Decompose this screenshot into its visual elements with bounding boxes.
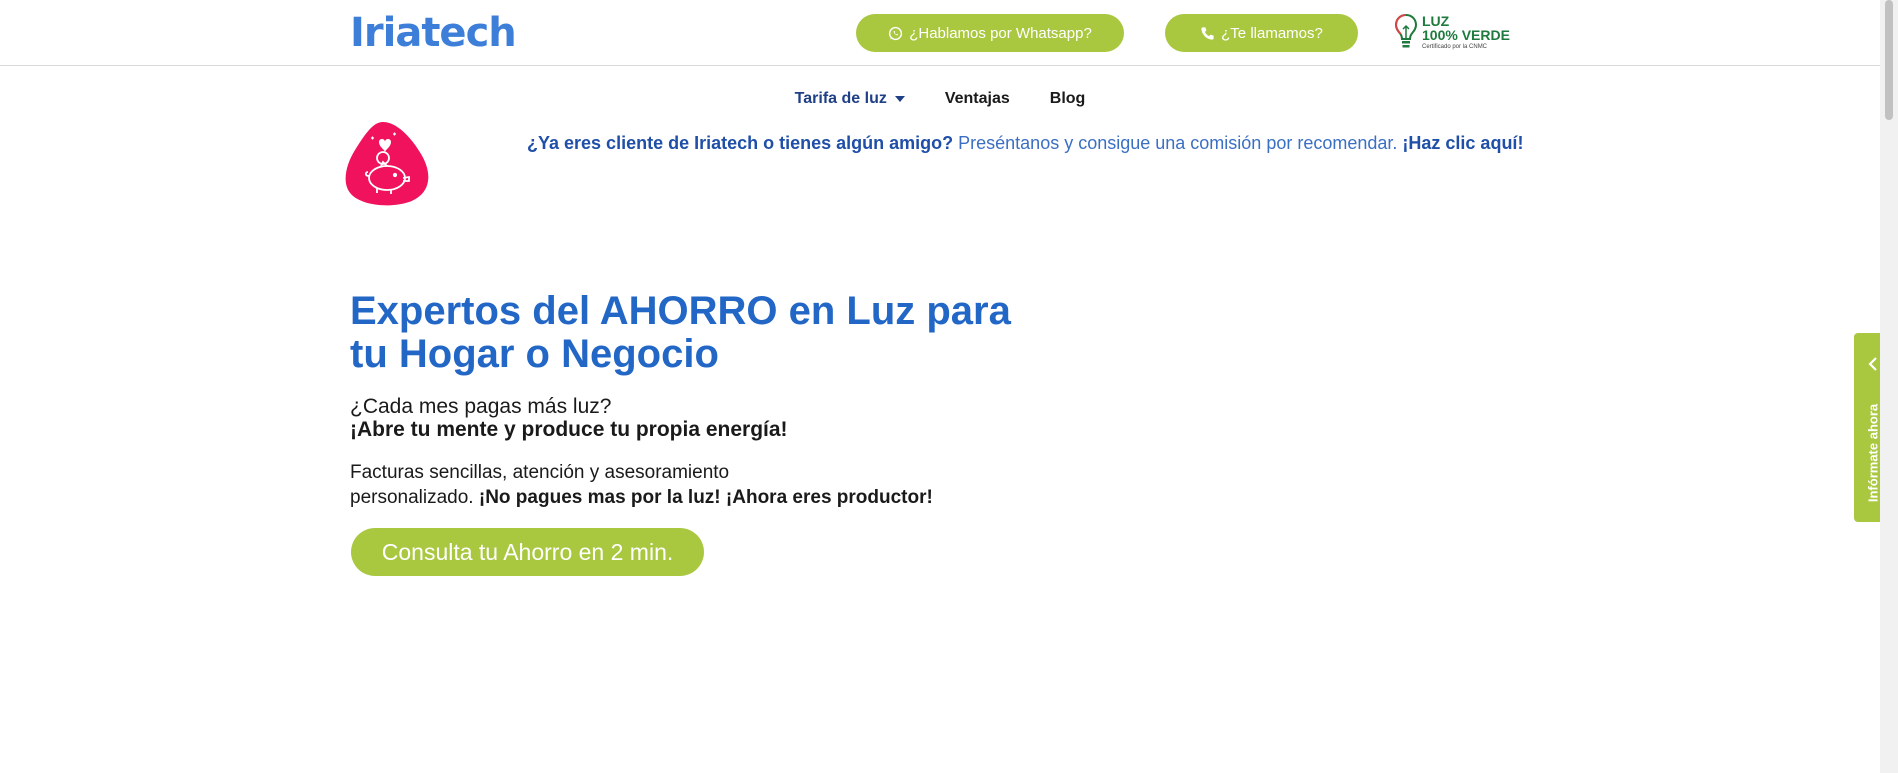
savings-check-button[interactable]: Consulta tu Ahorro en 2 min. [351,528,704,576]
referral-question: ¿Ya eres cliente de Iriatech o tienes al… [527,133,954,153]
nav-item-label: Tarifa de luz [794,90,887,107]
referral-banner: ¿Ya eres cliente de Iriatech o tienes al… [527,133,1523,154]
nav-item-blog[interactable]: Blog [1050,90,1086,108]
caret-down-icon [894,96,905,102]
chevron-left-icon [1868,357,1877,371]
hero-desc-bold: ¡No pagues mas por la luz! ¡Ahora eres p… [478,487,933,508]
referral-text: Preséntanos y consigue una comisión por … [953,133,1403,153]
nav-item-ventajas[interactable]: Ventajas [945,90,1010,108]
bulb-icon [1394,13,1418,48]
side-tab-label: Infórmate ahora [1865,403,1881,503]
piggy-bank-icon[interactable] [343,120,431,206]
site-logo[interactable]: Iriatech [350,8,517,58]
badge-line-1: LUZ [1422,13,1450,29]
green-energy-badge: LUZ 100% VERDE Certificado por la CNMC [1393,12,1515,54]
badge-line-3: Certificado por la CNMC [1422,44,1488,50]
whatsapp-button[interactable]: ¿Hablamos por Whatsapp? [856,14,1124,52]
nav-item-tarifa-de-luz[interactable]: Tarifa de luz [795,90,905,108]
page-scrollbar[interactable] [1880,0,1898,773]
badge-line-2: 100% VERDE [1422,27,1510,43]
call-me-button[interactable]: ¿Te llamamos? [1165,14,1358,52]
hero-strong-text: ¡Abre tu mente y produce tu propia energ… [350,418,788,441]
hero-description: Facturas sencillas, atención y asesorami… [350,460,990,510]
referral-link[interactable]: ¡Haz clic aquí! [1402,133,1523,153]
hero-title-line-1: Expertos del AHORRO en Luz para [350,289,1011,333]
phone-icon [1201,26,1214,40]
hero-desc-line-1: Facturas sencillas, atención y asesorami… [350,462,730,483]
scrollbar-thumb[interactable] [1885,0,1893,120]
nav-item-label: Ventajas [944,90,1010,107]
hero-title: Expertos del AHORRO en Luz para tu Hogar… [350,290,1050,376]
main-nav: Tarifa de luz Ventajas Blog [0,90,1880,108]
whatsapp-icon [889,26,903,40]
site-header: Iriatech ¿Hablamos por Whatsapp? ¿Te lla… [0,0,1880,66]
call-me-button-label: ¿Te llamamos? [1221,24,1323,42]
hero-question: ¿Cada mes pagas más luz? [350,395,612,418]
nav-item-label: Blog [1049,90,1086,107]
whatsapp-button-label: ¿Hablamos por Whatsapp? [909,24,1092,42]
hero-title-line-2: tu Hogar o Negocio [350,332,719,376]
hero-desc-line-2: personalizado. [350,487,479,508]
